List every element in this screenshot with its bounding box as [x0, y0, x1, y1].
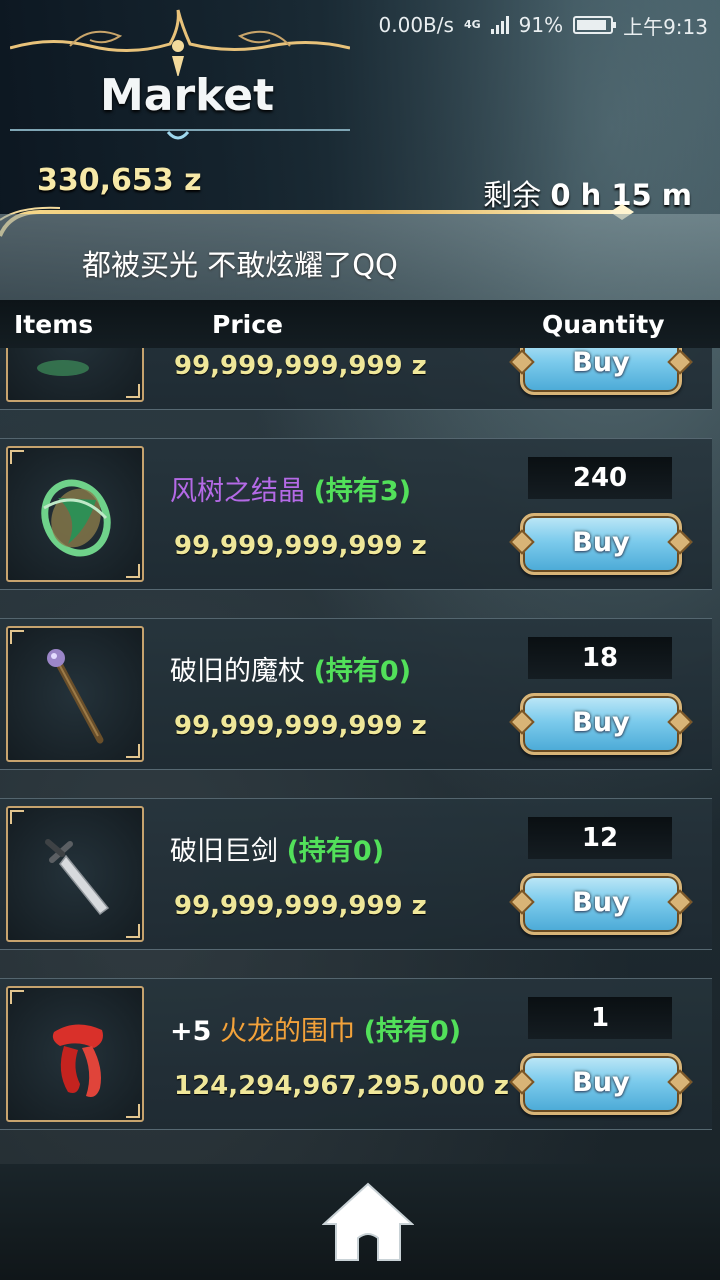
column-price: Price [212, 310, 283, 339]
buy-button[interactable]: Buy [520, 693, 682, 755]
buy-button[interactable]: Buy [520, 513, 682, 575]
item-quantity: 240 [528, 457, 672, 499]
item-thumbnail[interactable] [6, 806, 144, 942]
greatsword-icon [45, 839, 110, 916]
item-thumbnail[interactable] [6, 626, 144, 762]
item-name-text: 破旧巨剑 [170, 836, 278, 867]
item-name-text: 火龙的围巾 [220, 1016, 356, 1047]
ornament-top-icon [10, 9, 350, 76]
item-quantity: 18 [528, 637, 672, 679]
status-bar: 0.00B/s 4G 91% 上午9:13 [340, 0, 720, 50]
column-quantity: Quantity [542, 310, 665, 339]
announcement-banner: 都被买光 不敢炫耀了QQ [0, 214, 720, 300]
green-leaf-icon [37, 360, 89, 376]
column-items: Items [14, 310, 94, 339]
red-scarf-icon [52, 1024, 103, 1097]
list-item: 破旧巨剑 (持有0) 99,999,999,999 z 12 Buy [0, 798, 712, 950]
list-item: 99,999,999,999 z Buy [0, 348, 712, 410]
buy-button[interactable]: Buy [520, 1053, 682, 1115]
item-quantity: 1 [528, 997, 672, 1039]
buy-button[interactable]: Buy [520, 348, 682, 395]
signal-icon [490, 16, 509, 34]
item-quantity: 12 [528, 817, 672, 859]
list-item: 破旧的魔杖 (持有0) 99,999,999,999 z 18 Buy [0, 618, 712, 770]
list-item: 风树之结晶 (持有3) 99,999,999,999 z 240 Buy [0, 438, 712, 590]
buy-button[interactable]: Buy [520, 873, 682, 935]
item-price: 99,999,999,999 z [174, 891, 427, 921]
wind-crystal-icon [41, 479, 111, 557]
item-price: 99,999,999,999 z [174, 531, 427, 561]
title-divider [10, 129, 350, 140]
item-held-count: (持有0) [286, 836, 385, 867]
item-name: +5 火龙的围巾 (持有0) [170, 1009, 461, 1048]
item-name: 风树之结晶 (持有3) [170, 469, 411, 508]
clock: 上午9:13 [623, 14, 708, 39]
item-name-text: 风树之结晶 [170, 476, 305, 507]
item-held-count: (持有0) [363, 1016, 462, 1047]
item-held-count: (持有0) [313, 656, 412, 687]
item-name: 破旧巨剑 (持有0) [170, 829, 384, 868]
network-speed: 0.00B/s [378, 13, 454, 37]
item-price: 99,999,999,999 z [174, 351, 427, 381]
network-4g-icon: 4G [463, 18, 481, 31]
announcement-text: 都被买光 不敢炫耀了QQ [82, 248, 398, 282]
money-balance: 330,653 z [37, 163, 202, 198]
magic-staff-icon [47, 649, 104, 744]
item-name-text: 破旧的魔杖 [170, 656, 305, 687]
item-thumbnail[interactable] [6, 348, 144, 402]
item-enhance-level: +5 [170, 1016, 212, 1047]
item-price: 99,999,999,999 z [174, 711, 427, 741]
item-price: 124,294,967,295,000 z [174, 1071, 510, 1101]
column-header: Items Price Quantity [0, 300, 720, 348]
item-thumbnail[interactable] [6, 446, 144, 582]
battery-percent: 91% [518, 13, 564, 37]
list-item: +5 火龙的围巾 (持有0) 124,294,967,295,000 z 1 B… [0, 978, 712, 1130]
item-thumbnail[interactable] [6, 986, 144, 1122]
home-icon[interactable] [322, 1180, 414, 1262]
item-name: 破旧的魔杖 (持有0) [170, 649, 411, 688]
page-title: Market [100, 70, 275, 121]
item-list[interactable]: 99,999,999,999 z Buy 风树之结晶 (持有3) 99,999,… [0, 348, 720, 1160]
battery-icon [573, 16, 617, 34]
item-held-count: (持有3) [313, 476, 412, 507]
